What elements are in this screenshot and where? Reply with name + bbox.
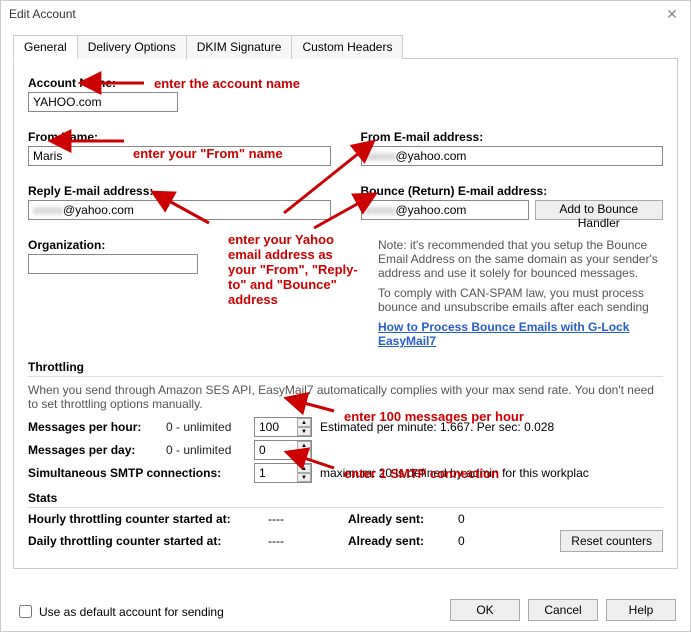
bounce-email-prefix: xxxxx	[366, 203, 396, 217]
value-already-sent-daily: 0	[458, 534, 465, 548]
note-throttling: When you send through Amazon SES API, Ea…	[28, 383, 663, 411]
bounce-email-suffix: @yahoo.com	[396, 203, 467, 217]
tab-general[interactable]: General	[13, 35, 78, 59]
value-already-sent-hourly: 0	[458, 512, 465, 526]
add-to-bounce-handler-button[interactable]: Add to Bounce Handler	[535, 200, 664, 220]
label-organization: Organization:	[28, 238, 198, 252]
spin-down-icon[interactable]: ▼	[297, 427, 311, 436]
label-unlimited-day: 0 - unlimited	[166, 443, 246, 457]
ok-button[interactable]: OK	[450, 599, 520, 621]
label-simultaneous-smtp: Simultaneous SMTP connections:	[28, 466, 228, 480]
label-already-sent-daily: Already sent:	[348, 534, 438, 548]
label-maximum-smtp: maximum: 20 is defined by admin for this…	[320, 466, 589, 480]
spin-up-icon[interactable]: ▲	[297, 418, 311, 427]
use-as-default-checkbox[interactable]	[19, 605, 32, 618]
note-bounce-recommendation: Note: it's recommended that you setup th…	[378, 238, 663, 280]
label-already-sent-hourly: Already sent:	[348, 512, 438, 526]
reply-email-suffix: @yahoo.com	[63, 203, 134, 217]
label-use-as-default: Use as default account for sending	[39, 605, 224, 619]
reply-email-prefix: xxxxx	[33, 203, 63, 217]
from-email-input[interactable]: xxxxx@yahoo.com	[361, 146, 664, 166]
from-email-prefix: xxxxx	[366, 149, 396, 163]
label-account-name: Account Name:	[28, 76, 663, 90]
label-from-name: From Name:	[28, 130, 331, 144]
simultaneous-smtp-input[interactable]: ▲▼	[254, 463, 312, 483]
window-title: Edit Account	[9, 1, 76, 27]
note-can-spam: To comply with CAN-SPAM law, you must pr…	[378, 286, 663, 314]
reply-email-input[interactable]: xxxxx@yahoo.com	[28, 200, 331, 220]
label-messages-per-hour: Messages per hour:	[28, 420, 158, 434]
label-messages-per-day: Messages per day:	[28, 443, 158, 457]
label-estimated-rate: Estimated per minute: 1.667. Per sec: 0.…	[320, 420, 554, 434]
from-email-suffix: @yahoo.com	[396, 149, 467, 163]
tab-dkim-signature[interactable]: DKIM Signature	[186, 35, 293, 59]
bounce-email-input[interactable]: xxxxx@yahoo.com	[361, 200, 529, 220]
label-unlimited-hour: 0 - unlimited	[166, 420, 246, 434]
close-icon[interactable]: ✕	[662, 1, 682, 27]
value-daily-counter: ----	[268, 534, 328, 548]
section-throttling: Throttling	[28, 360, 663, 377]
label-from-email: From E-mail address:	[361, 130, 664, 144]
reset-counters-button[interactable]: Reset counters	[560, 530, 663, 552]
spin-up-icon[interactable]: ▲	[297, 441, 311, 450]
label-daily-counter: Daily throttling counter started at:	[28, 534, 248, 548]
tab-delivery-options[interactable]: Delivery Options	[77, 35, 187, 59]
label-hourly-counter: Hourly throttling counter started at:	[28, 512, 248, 526]
from-name-input[interactable]	[28, 146, 331, 166]
cancel-button[interactable]: Cancel	[528, 599, 598, 621]
annotation-yahoo-addresses: enter your Yahoo email address as your "…	[228, 232, 358, 307]
account-name-input[interactable]	[28, 92, 178, 112]
help-button[interactable]: Help	[606, 599, 676, 621]
link-process-bounce-emails[interactable]: How to Process Bounce Emails with G-Lock…	[378, 320, 663, 348]
spin-up-icon[interactable]: ▲	[297, 464, 311, 473]
value-hourly-counter: ----	[268, 512, 328, 526]
spin-down-icon[interactable]: ▼	[297, 473, 311, 482]
tab-custom-headers[interactable]: Custom Headers	[291, 35, 403, 59]
label-bounce-email: Bounce (Return) E-mail address:	[361, 184, 664, 198]
section-stats: Stats	[28, 491, 663, 508]
messages-per-day-input[interactable]: ▲▼	[254, 440, 312, 460]
organization-input[interactable]	[28, 254, 198, 274]
spin-down-icon[interactable]: ▼	[297, 450, 311, 459]
messages-per-hour-input[interactable]: ▲▼	[254, 417, 312, 437]
label-reply-email: Reply E-mail address:	[28, 184, 331, 198]
